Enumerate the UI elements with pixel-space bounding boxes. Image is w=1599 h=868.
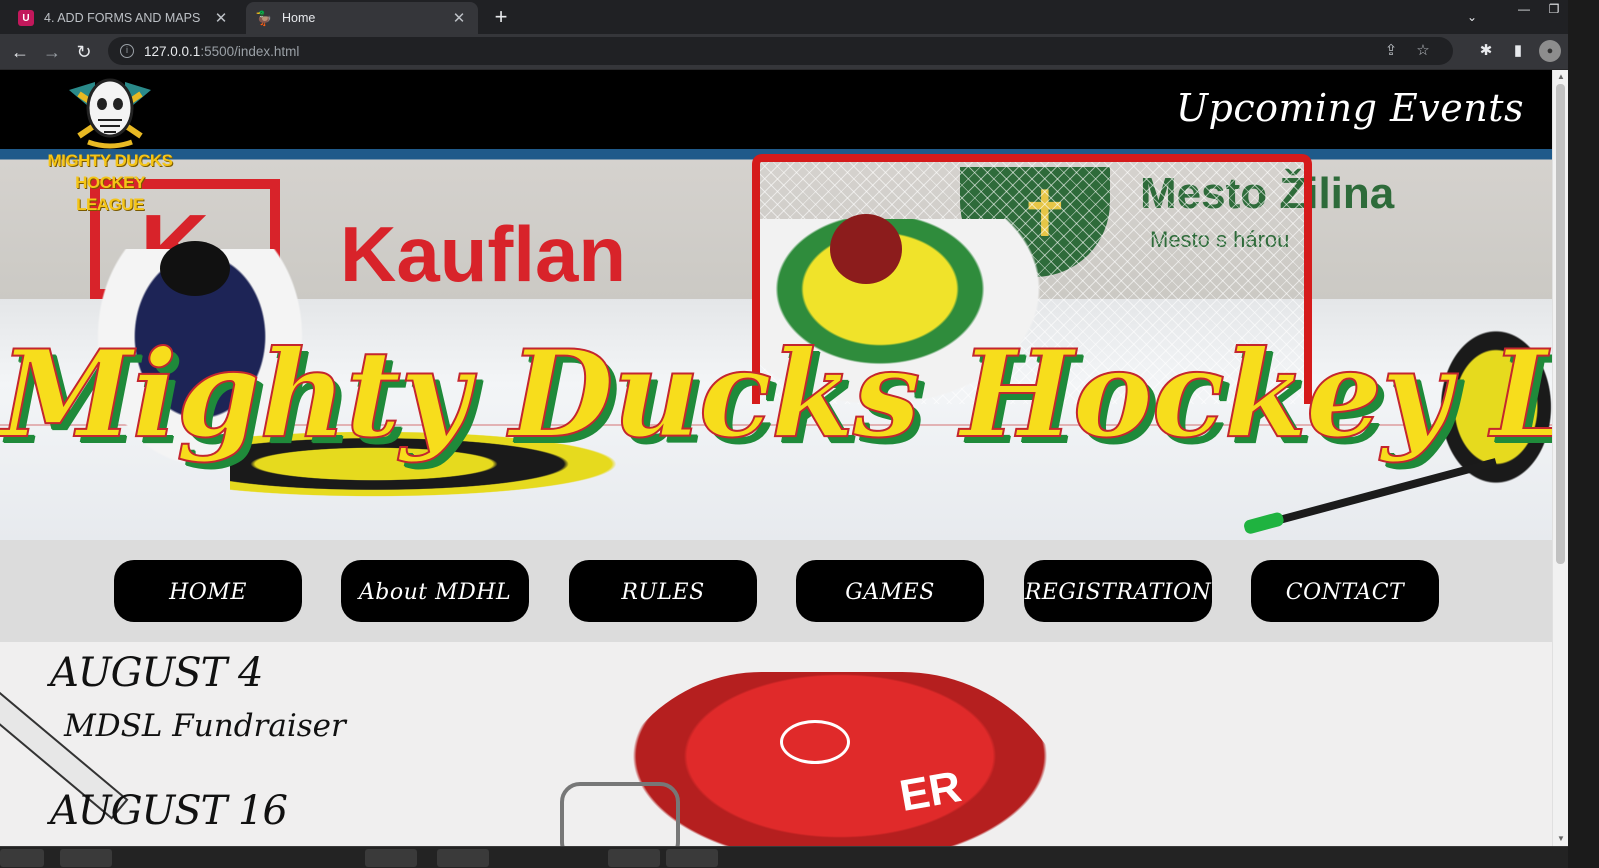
nav-contact[interactable]: CONTACT <box>1251 560 1439 622</box>
site-header: Upcoming Events <box>0 70 1552 149</box>
profile-avatar[interactable]: ● <box>1539 40 1561 62</box>
taskbar-app[interactable] <box>608 849 660 867</box>
share-icon[interactable]: ⇪ <box>1381 41 1401 61</box>
hero-banner: K Kauflan ✝ Mesto Žilina Mesto s hárou M… <box>0 149 1552 540</box>
page-viewport: Upcoming Events MIGHTY DUCKS HOCKEY LEAG… <box>0 70 1552 846</box>
main-nav: HOME About MDHL RULES GAMES REGISTRATION… <box>0 540 1552 642</box>
browser-toolbar: ← → ↻ i 127.0.0.1:5500/index.html ⇪ ☆ ✱ … <box>0 34 1599 70</box>
upcoming-events-link[interactable]: Upcoming Events <box>1176 86 1524 130</box>
nav-about[interactable]: About MDHL <box>341 560 529 622</box>
scroll-up-arrow-icon[interactable]: ▲ <box>1553 70 1569 84</box>
scroll-down-arrow-icon[interactable]: ▼ <box>1553 832 1569 846</box>
taskbar-app[interactable] <box>60 849 112 867</box>
sponsor-banner-text: Kauflan <box>340 210 627 298</box>
event-date: AUGUST 16 <box>50 788 288 834</box>
logo-text-line2: HOCKEY LEAGUE <box>75 173 145 214</box>
helmet-cage <box>560 782 680 846</box>
goalie-helmet <box>830 214 902 284</box>
duck-favicon-icon: 🦆 <box>255 9 273 26</box>
taskbar-app[interactable] <box>666 849 718 867</box>
side-panel-icon[interactable]: ▮ <box>1507 40 1529 62</box>
close-tab-icon[interactable]: ✕ <box>450 9 468 27</box>
logo-text-line1: MIGHTY DUCKS <box>47 151 173 170</box>
bookmark-star-icon[interactable]: ☆ <box>1413 41 1433 61</box>
event-name: MDSL Fundraiser <box>64 708 346 744</box>
taskbar-app[interactable] <box>437 849 489 867</box>
scrollbar-thumb[interactable] <box>1556 84 1565 564</box>
tab-add-forms-and-maps[interactable]: U 4. ADD FORMS AND MAPS ✕ <box>8 2 240 34</box>
reload-icon[interactable]: ↻ <box>72 40 96 64</box>
events-section: ER AUGUST 4 MDSL Fundraiser AUGUST 16 <box>0 642 1552 846</box>
event-date: AUGUST 4 <box>50 650 264 696</box>
udemy-favicon-icon: U <box>18 10 34 26</box>
nav-registration[interactable]: REGISTRATION <box>1024 560 1212 622</box>
hero-title: Mighty Ducks Hockey League <box>0 323 1552 466</box>
url-text: 127.0.0.1:5500/index.html <box>144 43 300 59</box>
nav-games[interactable]: GAMES <box>796 560 984 622</box>
minimize-icon[interactable]: — <box>1509 0 1539 20</box>
nav-home[interactable]: HOME <box>114 560 302 622</box>
restore-icon[interactable]: ❐ <box>1539 0 1569 20</box>
back-arrow-icon[interactable]: ← <box>8 40 32 64</box>
tab-home[interactable]: 🦆 Home ✕ <box>246 2 478 34</box>
tab-title: 4. ADD FORMS AND MAPS <box>44 11 201 25</box>
taskbar-app[interactable] <box>365 849 417 867</box>
league-logo[interactable]: MIGHTY DUCKS HOCKEY LEAGUE <box>40 72 180 214</box>
new-tab-button[interactable]: + <box>488 5 514 31</box>
desktop-background <box>1568 0 1599 868</box>
page-scrollbar[interactable]: ▲ ▼ <box>1552 70 1568 846</box>
site-info-icon[interactable]: i <box>120 44 134 58</box>
browser-tab-strip: U 4. ADD FORMS AND MAPS ✕ 🦆 Home ✕ + ⌄ —… <box>0 0 1599 34</box>
start-button[interactable] <box>0 849 44 867</box>
goalie-mask-logo-icon <box>69 78 151 149</box>
tab-search-chevron-icon[interactable]: ⌄ <box>1462 7 1482 27</box>
close-tab-icon[interactable]: ✕ <box>212 9 230 27</box>
os-taskbar <box>0 846 1568 868</box>
forward-arrow-icon[interactable]: → <box>40 40 64 64</box>
extensions-puzzle-icon[interactable]: ✱ <box>1475 40 1497 62</box>
tab-title: Home <box>282 11 316 25</box>
address-bar[interactable]: i 127.0.0.1:5500/index.html ⇪ ☆ <box>108 37 1453 65</box>
nav-rules[interactable]: RULES <box>569 560 757 622</box>
